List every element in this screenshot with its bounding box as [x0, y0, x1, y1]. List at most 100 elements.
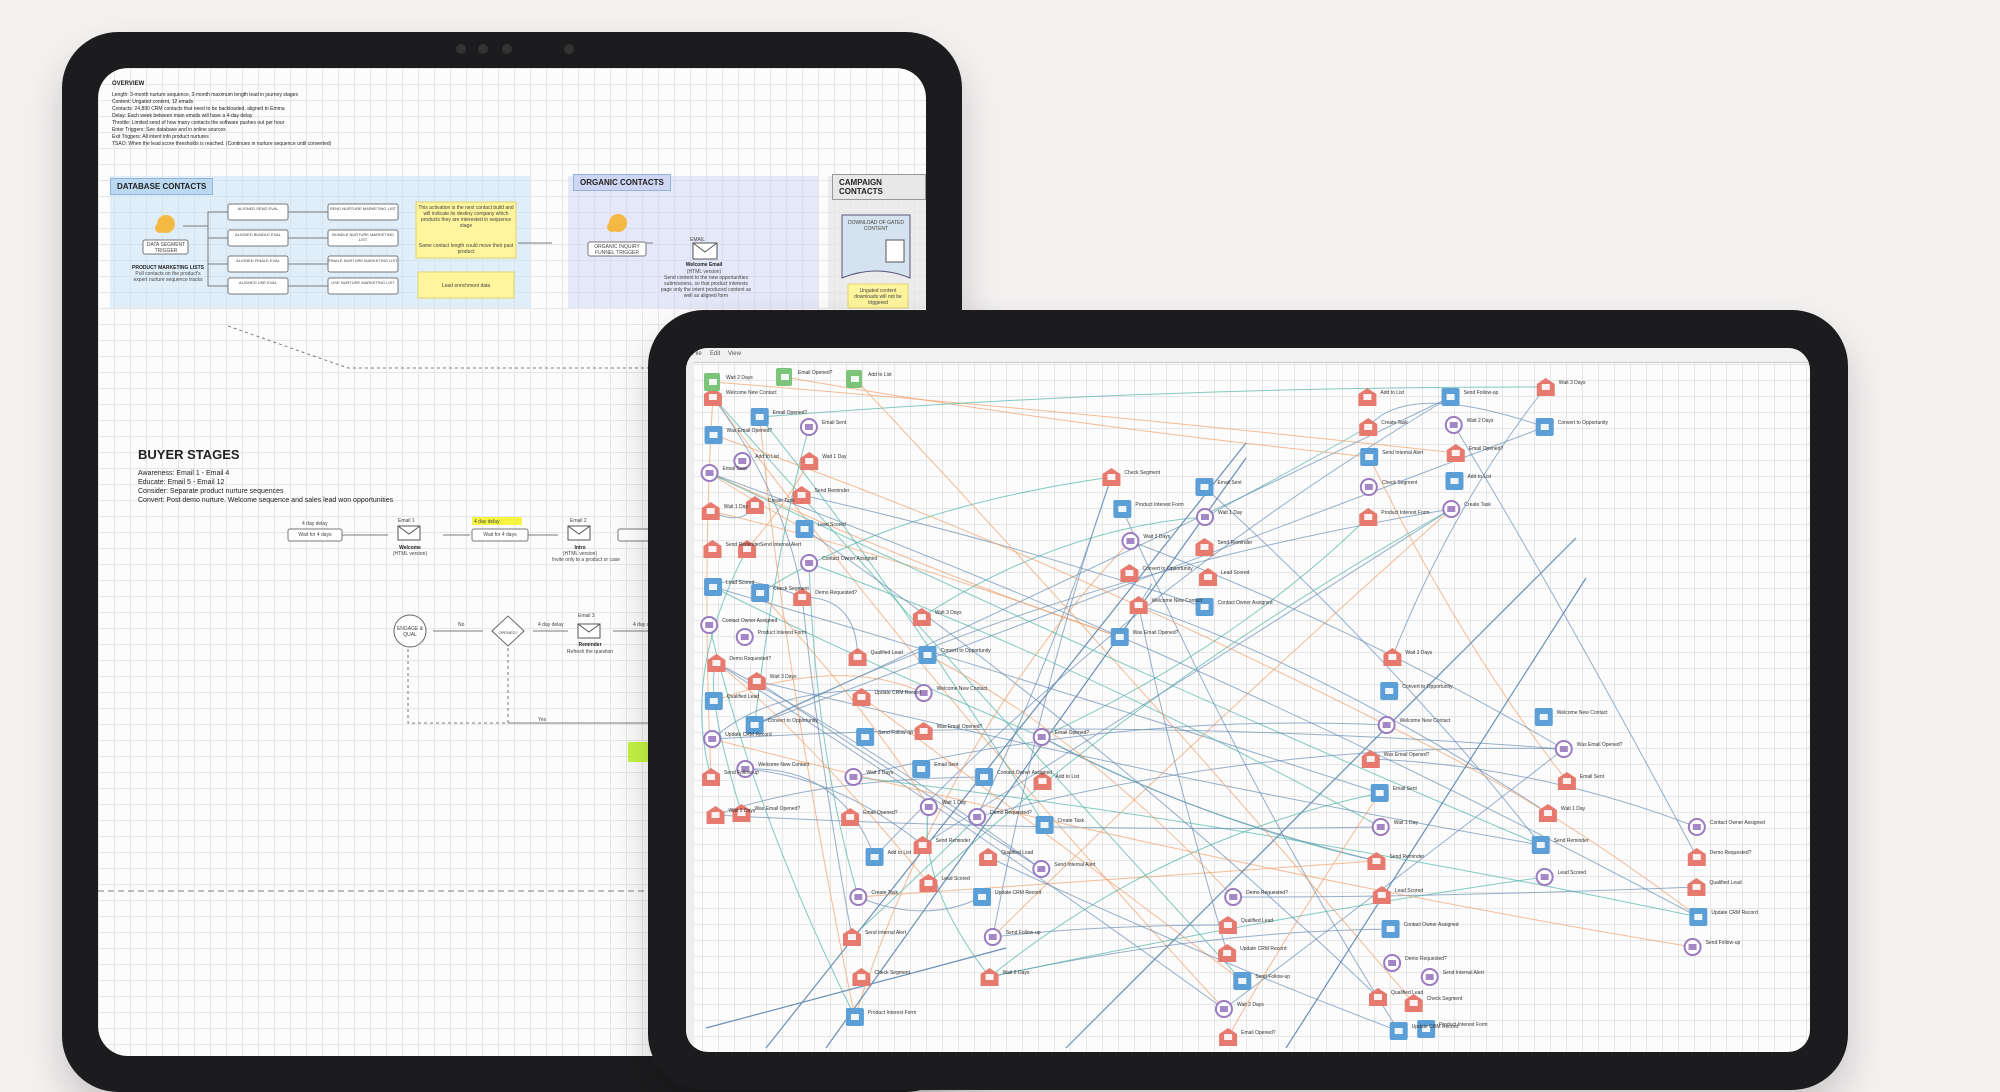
action-node[interactable]: [973, 888, 992, 906]
wait-node[interactable]: [1442, 500, 1461, 518]
condition-node[interactable]: [852, 968, 871, 986]
condition-node[interactable]: [1538, 804, 1557, 822]
wait-node[interactable]: [1535, 868, 1554, 886]
wait-node[interactable]: [844, 768, 863, 786]
condition-node[interactable]: [848, 648, 867, 666]
target-list-label: BUNDLE NURTURE MARKETING LIST: [332, 232, 394, 242]
condition-node[interactable]: [701, 502, 720, 520]
node-label: Qualified Lead: [726, 694, 760, 700]
action-node[interactable]: [1535, 418, 1554, 436]
action-node[interactable]: [1445, 472, 1464, 490]
wait-node[interactable]: [1195, 508, 1214, 526]
condition-node[interactable]: [747, 672, 766, 690]
wait-node[interactable]: [703, 730, 722, 748]
action-node[interactable]: [1113, 500, 1132, 518]
wait-node[interactable]: [1383, 954, 1402, 972]
wait-node[interactable]: [968, 808, 987, 826]
action-node[interactable]: [1370, 784, 1389, 802]
action-node[interactable]: [912, 760, 931, 778]
wait-node[interactable]: [1444, 416, 1463, 434]
condition-node[interactable]: [703, 540, 722, 558]
wait-node[interactable]: [700, 464, 719, 482]
condition-node[interactable]: [1358, 388, 1377, 406]
condition-node[interactable]: [702, 768, 721, 786]
action-node[interactable]: [1531, 836, 1550, 854]
condition-node[interactable]: [1404, 994, 1423, 1012]
action-node[interactable]: [750, 408, 769, 426]
condition-node[interactable]: [745, 496, 764, 514]
condition-node[interactable]: [1446, 444, 1465, 462]
condition-node[interactable]: [1218, 944, 1237, 962]
action-node[interactable]: [918, 646, 937, 664]
action-node[interactable]: [1534, 708, 1553, 726]
condition-node[interactable]: [1219, 1028, 1238, 1046]
action-node[interactable]: [704, 692, 723, 710]
condition-node[interactable]: [1195, 538, 1214, 556]
condition-node[interactable]: [1359, 508, 1378, 526]
action-node[interactable]: [1035, 816, 1054, 834]
condition-node[interactable]: [1120, 564, 1139, 582]
condition-node[interactable]: [914, 722, 933, 740]
condition-node[interactable]: [1687, 878, 1706, 896]
wait-node[interactable]: [1420, 968, 1439, 986]
action-node[interactable]: [865, 848, 884, 866]
condition-node[interactable]: [912, 608, 931, 626]
action-node[interactable]: [795, 520, 814, 538]
condition-node[interactable]: [1199, 568, 1218, 586]
wait-node[interactable]: [1224, 888, 1243, 906]
wait-node[interactable]: [849, 888, 868, 906]
action-node[interactable]: [975, 768, 994, 786]
condition-node[interactable]: [979, 848, 998, 866]
wait-node[interactable]: [919, 798, 938, 816]
action-node[interactable]: [1380, 682, 1399, 700]
action-node[interactable]: [1110, 628, 1129, 646]
action-node[interactable]: [1195, 478, 1214, 496]
action-node[interactable]: [1381, 920, 1400, 938]
action-node[interactable]: [704, 426, 723, 444]
condition-node[interactable]: [1687, 848, 1706, 866]
action-node[interactable]: [1689, 908, 1708, 926]
trigger-node[interactable]: [776, 368, 792, 386]
trigger-node[interactable]: [704, 373, 720, 391]
workflow-canvas-front[interactable]: File Edit View Welcome New Contact Was Em…: [686, 348, 1810, 1052]
condition-node[interactable]: [706, 806, 725, 824]
wait-node[interactable]: [1377, 716, 1396, 734]
node-label: Send Reminder: [725, 542, 761, 548]
wait-node[interactable]: [1683, 938, 1702, 956]
wait-node[interactable]: [1032, 728, 1051, 746]
wait-node[interactable]: [1371, 818, 1390, 836]
wait-node[interactable]: [700, 616, 719, 634]
condition-node[interactable]: [1218, 916, 1237, 934]
action-node[interactable]: [845, 1008, 864, 1026]
action-node[interactable]: [856, 728, 875, 746]
wait-node[interactable]: [799, 418, 818, 436]
condition-node[interactable]: [1129, 596, 1148, 614]
wait-node[interactable]: [735, 628, 754, 646]
condition-node[interactable]: [1557, 772, 1576, 790]
wait-node[interactable]: [1121, 532, 1140, 550]
condition-node[interactable]: [913, 836, 932, 854]
wait-node[interactable]: [1687, 818, 1706, 836]
action-node[interactable]: [704, 578, 723, 596]
action-node[interactable]: [1360, 448, 1379, 466]
wait-node[interactable]: [983, 928, 1002, 946]
condition-node[interactable]: [707, 654, 726, 672]
email1-label: Email 1: [398, 518, 415, 524]
condition-node[interactable]: [841, 808, 860, 826]
action-node[interactable]: [1441, 388, 1460, 406]
trigger-node[interactable]: [846, 370, 862, 388]
condition-node[interactable]: [1102, 468, 1121, 486]
wait-node[interactable]: [1032, 860, 1051, 878]
wait-node[interactable]: [1554, 740, 1573, 758]
wait-node[interactable]: [1214, 1000, 1233, 1018]
condition-node[interactable]: [1536, 378, 1555, 396]
condition-node[interactable]: [1383, 648, 1402, 666]
wait-node[interactable]: [1359, 478, 1378, 496]
action-node[interactable]: [751, 584, 770, 602]
wait-node[interactable]: [800, 554, 819, 572]
action-node[interactable]: [1389, 1022, 1408, 1040]
condition-node[interactable]: [800, 452, 819, 470]
condition-node[interactable]: [1367, 852, 1386, 870]
condition-node[interactable]: [980, 968, 999, 986]
action-node[interactable]: [1233, 972, 1252, 990]
